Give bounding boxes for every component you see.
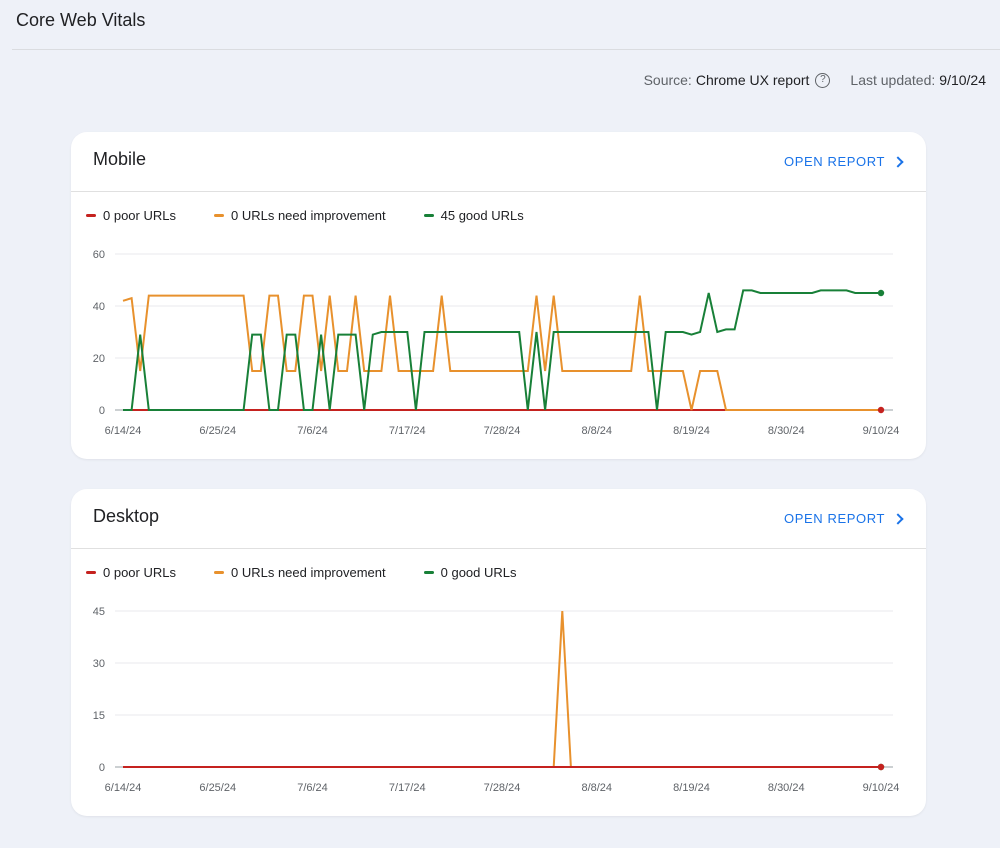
x-tick-label: 9/10/24 [863,782,900,794]
source-info: Source: Chrome UX report ? Last updated:… [644,72,986,88]
series-endpoint-poor [877,763,885,771]
desktop-line-chart: 0 15 30 45 6/14/24 6/25/24 7/6/24 7/17/24 7/28/2… [93,606,900,794]
x-tick-label: 8/30/24 [768,425,805,437]
x-tick-label: 7/17/24 [389,782,426,794]
source-label: Source: [643,72,692,88]
y-tick-label: 0 [99,762,105,774]
y-tick-label: 30 [93,658,105,670]
last-updated-label: Last updated: [850,72,936,88]
x-tick-label: 8/19/24 [673,425,710,437]
x-tick-label: 7/6/24 [297,782,328,794]
last-updated: Last updated: 9/10/24 [850,72,986,88]
x-tick-label: 8/19/24 [673,782,710,794]
y-tick-label: 45 [93,606,105,618]
series-endpoint-good [877,289,885,297]
x-tick-label: 6/25/24 [199,782,236,794]
mobile-card: Mobile OPEN REPORT 0 poor URLs 0 URLs ne… [71,132,926,459]
last-updated-value: 9/10/24 [939,72,986,88]
source-value: Chrome UX report [695,72,810,88]
x-tick-label: 6/14/24 [105,782,142,794]
desktop-card: Desktop OPEN REPORT 0 poor URLs 0 URLs n… [71,489,926,816]
y-tick-label: 20 [93,353,105,365]
page-title: Core Web Vitals [16,10,146,30]
x-tick-label: 8/8/24 [581,425,612,437]
series-line-good [123,289,881,411]
x-tick-label: 7/17/24 [389,425,426,437]
x-tick-label: 6/25/24 [199,425,236,437]
help-circle-icon[interactable]: ? [815,72,831,88]
page-header: Core Web Vitals [0,0,1000,49]
x-tick-label: 9/10/24 [863,425,900,437]
x-tick-label: 7/6/24 [297,425,328,437]
x-tick-label: 7/28/24 [484,425,521,437]
series-endpoint-poor [877,406,885,414]
x-tick-label: 6/14/24 [105,425,142,437]
x-tick-label: 8/8/24 [581,782,612,794]
y-tick-label: 60 [93,249,105,261]
mobile-line-chart: 0 20 40 60 6/14/24 6/25/24 7/6/24 7/17/24 7/28/2… [93,249,900,437]
x-tick-label: 7/28/24 [484,782,521,794]
x-tick-label: 8/30/24 [768,782,805,794]
series-line-needs-improvement [123,610,881,768]
y-tick-label: 40 [93,301,105,313]
series-line-needs-improvement [122,294,881,411]
y-tick-label: 15 [93,710,105,722]
y-tick-label: 0 [99,405,105,417]
header-divider [12,49,1000,50]
